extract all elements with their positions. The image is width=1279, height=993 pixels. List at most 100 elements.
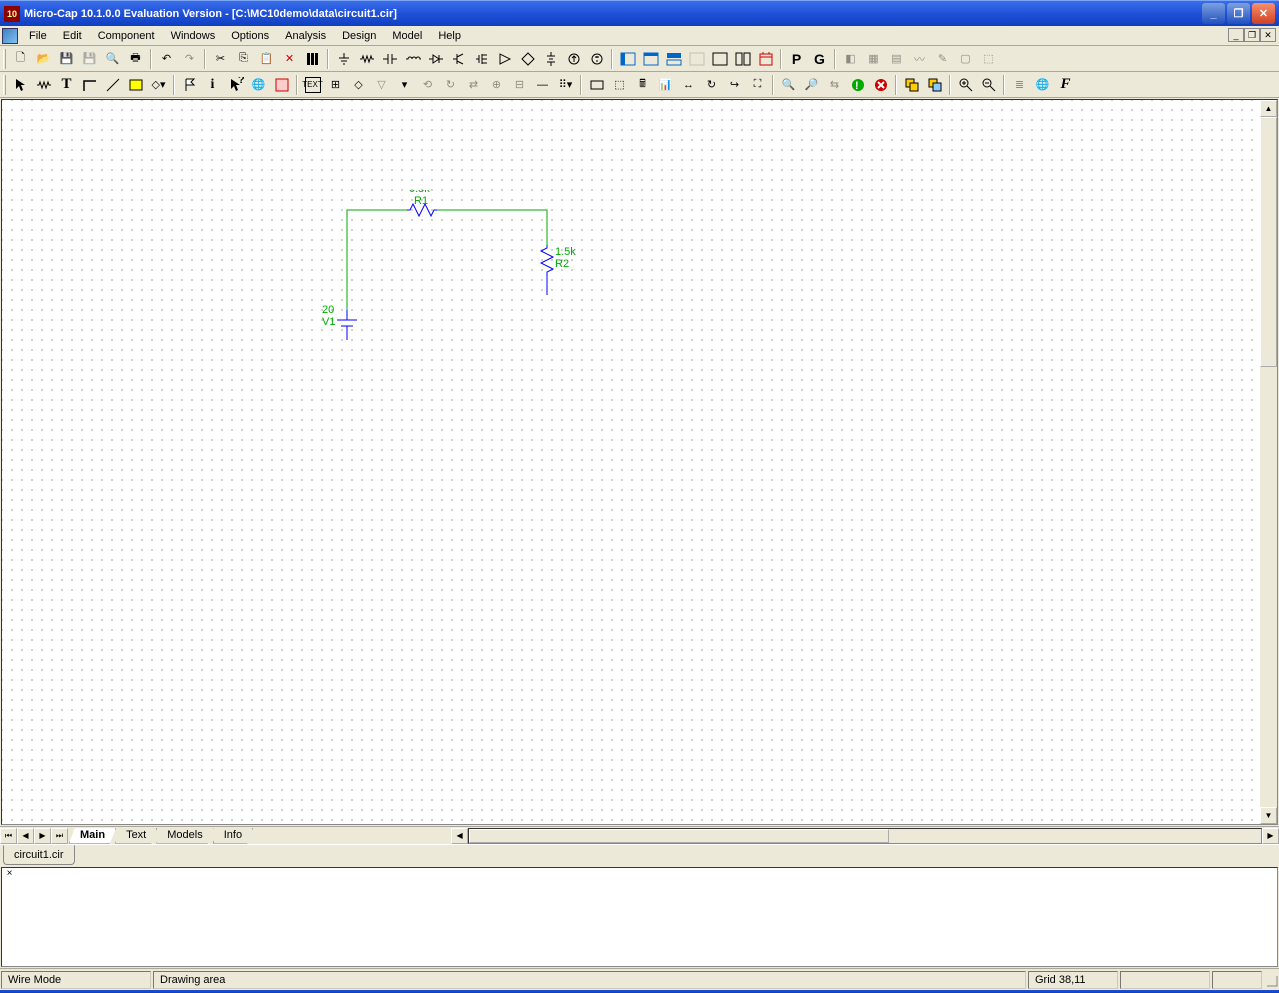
- tool-d-button[interactable]: 〰: [908, 48, 931, 70]
- calendar-button[interactable]: [754, 48, 777, 70]
- layers-button[interactable]: ≣: [1008, 74, 1031, 96]
- component-mode-button[interactable]: [32, 74, 55, 96]
- tab-nav-prev[interactable]: ◀: [17, 828, 34, 844]
- saveall-button[interactable]: 💾: [78, 48, 101, 70]
- maximize-button[interactable]: ❐: [1227, 3, 1250, 24]
- output-close-button[interactable]: ×: [4, 869, 15, 880]
- sheet-tab-main[interactable]: Main: [69, 828, 116, 844]
- grid-dots-button[interactable]: ⠿▾: [554, 74, 577, 96]
- hscroll-right-button[interactable]: ▶: [1262, 828, 1279, 844]
- r1-name-label[interactable]: R1: [414, 195, 428, 207]
- help-mode-button[interactable]: ?: [224, 74, 247, 96]
- refresh-button[interactable]: ↻: [700, 74, 723, 96]
- zoom-out-button[interactable]: [977, 74, 1000, 96]
- calc-button[interactable]: 🖩: [631, 74, 654, 96]
- cut-button[interactable]: ✂: [209, 48, 232, 70]
- wire-mode-button[interactable]: [78, 74, 101, 96]
- bus-mode-button[interactable]: [124, 74, 147, 96]
- horizontal-scrollbar[interactable]: [468, 828, 1262, 844]
- info-mode-button[interactable]: i: [201, 74, 224, 96]
- text-display-button[interactable]: TEXT: [301, 74, 324, 96]
- tab-nav-last[interactable]: ⏭: [51, 828, 68, 844]
- text-mode-button[interactable]: T: [55, 74, 78, 96]
- select-mode-button[interactable]: [9, 74, 32, 96]
- hscroll-left-button[interactable]: ◀: [451, 828, 468, 844]
- print-button[interactable]: 🖶: [124, 48, 147, 70]
- diode-button[interactable]: [424, 48, 447, 70]
- tb2-f-button[interactable]: —: [531, 74, 554, 96]
- tb2-c-button[interactable]: ⇄: [462, 74, 485, 96]
- find-button[interactable]: 🔍: [777, 74, 800, 96]
- graphics-mode-button[interactable]: ◇▾: [147, 74, 170, 96]
- mosfet-button[interactable]: [470, 48, 493, 70]
- scroll-down-button[interactable]: ▼: [1260, 807, 1277, 824]
- v1-value-label[interactable]: 20: [322, 304, 334, 316]
- toolbar-grip[interactable]: [3, 49, 6, 69]
- close-button[interactable]: ✕: [1252, 3, 1275, 24]
- rect-button[interactable]: [585, 74, 608, 96]
- undo-button[interactable]: ↶: [155, 48, 178, 70]
- cross-button[interactable]: ▽: [370, 74, 393, 96]
- tool-a-button[interactable]: ◧: [839, 48, 862, 70]
- dep-source-button[interactable]: [516, 48, 539, 70]
- open-button[interactable]: 📂: [32, 48, 55, 70]
- paste-region-button[interactable]: [923, 74, 946, 96]
- minimize-button[interactable]: _: [1202, 3, 1225, 24]
- replace-button[interactable]: ⇆: [823, 74, 846, 96]
- menu-windows[interactable]: Windows: [163, 28, 224, 44]
- print-preview-button[interactable]: 🔍: [101, 48, 124, 70]
- tool-f-button[interactable]: ▢: [954, 48, 977, 70]
- find-next-button[interactable]: 🔎: [800, 74, 823, 96]
- sheet-tab-models[interactable]: Models: [156, 828, 213, 844]
- scroll-thumb[interactable]: [1260, 117, 1277, 367]
- snap-button[interactable]: ◇: [347, 74, 370, 96]
- toolbar-grip[interactable]: [3, 75, 6, 95]
- circuit-schematic[interactable]: 20 V1 0.5k R1 1.5k R2: [322, 190, 602, 340]
- tool-e-button[interactable]: ✎: [931, 48, 954, 70]
- tb2-b-button[interactable]: ↻: [439, 74, 462, 96]
- tool-c-button[interactable]: ▤: [885, 48, 908, 70]
- tb2-e-button[interactable]: ⊟: [508, 74, 531, 96]
- battery-button[interactable]: [539, 48, 562, 70]
- ground-button[interactable]: [332, 48, 355, 70]
- g-button[interactable]: G: [808, 48, 831, 70]
- grid-toggle-button[interactable]: ⊞: [324, 74, 347, 96]
- tab-nav-first[interactable]: ⏮: [0, 828, 17, 844]
- panel2-button[interactable]: [639, 48, 662, 70]
- resize-grip-icon[interactable]: [1263, 972, 1279, 988]
- delete-button[interactable]: ✕: [278, 48, 301, 70]
- panel1-button[interactable]: [616, 48, 639, 70]
- save-button[interactable]: 💾: [55, 48, 78, 70]
- copy-region-button[interactable]: [900, 74, 923, 96]
- sheet-tab-text[interactable]: Text: [115, 828, 157, 844]
- tool-g-button[interactable]: ⬚: [977, 48, 1000, 70]
- stop-button[interactable]: [869, 74, 892, 96]
- p-button[interactable]: P: [785, 48, 808, 70]
- menu-help[interactable]: Help: [430, 28, 469, 44]
- capacitor-button[interactable]: [378, 48, 401, 70]
- drawing-canvas[interactable]: 20 V1 0.5k R1 1.5k R2: [2, 100, 1260, 824]
- point-to-end-button[interactable]: [270, 74, 293, 96]
- menu-design[interactable]: Design: [334, 28, 384, 44]
- menu-component[interactable]: Component: [90, 28, 163, 44]
- panel3-button[interactable]: [662, 48, 685, 70]
- npn-button[interactable]: [447, 48, 470, 70]
- sheet-tab-info[interactable]: Info: [213, 828, 253, 844]
- opamp-button[interactable]: [493, 48, 516, 70]
- inductor-button[interactable]: [401, 48, 424, 70]
- tool-b-button[interactable]: ▦: [862, 48, 885, 70]
- menu-model[interactable]: Model: [384, 28, 430, 44]
- menu-options[interactable]: Options: [223, 28, 277, 44]
- tb2-a-button[interactable]: ⟲: [416, 74, 439, 96]
- scroll-up-button[interactable]: ▲: [1260, 100, 1277, 117]
- globe-button[interactable]: 🌐: [1031, 74, 1054, 96]
- vertical-scrollbar[interactable]: ▲ ▼: [1260, 100, 1277, 824]
- copy-button[interactable]: ⎘: [232, 48, 255, 70]
- redo-button[interactable]: ↷: [178, 48, 201, 70]
- fit-button[interactable]: ⛶: [746, 74, 769, 96]
- r2-value-label[interactable]: 1.5k: [555, 246, 576, 258]
- vsource-button[interactable]: [585, 48, 608, 70]
- flag-button[interactable]: [178, 74, 201, 96]
- line-mode-button[interactable]: [101, 74, 124, 96]
- isource-button[interactable]: [562, 48, 585, 70]
